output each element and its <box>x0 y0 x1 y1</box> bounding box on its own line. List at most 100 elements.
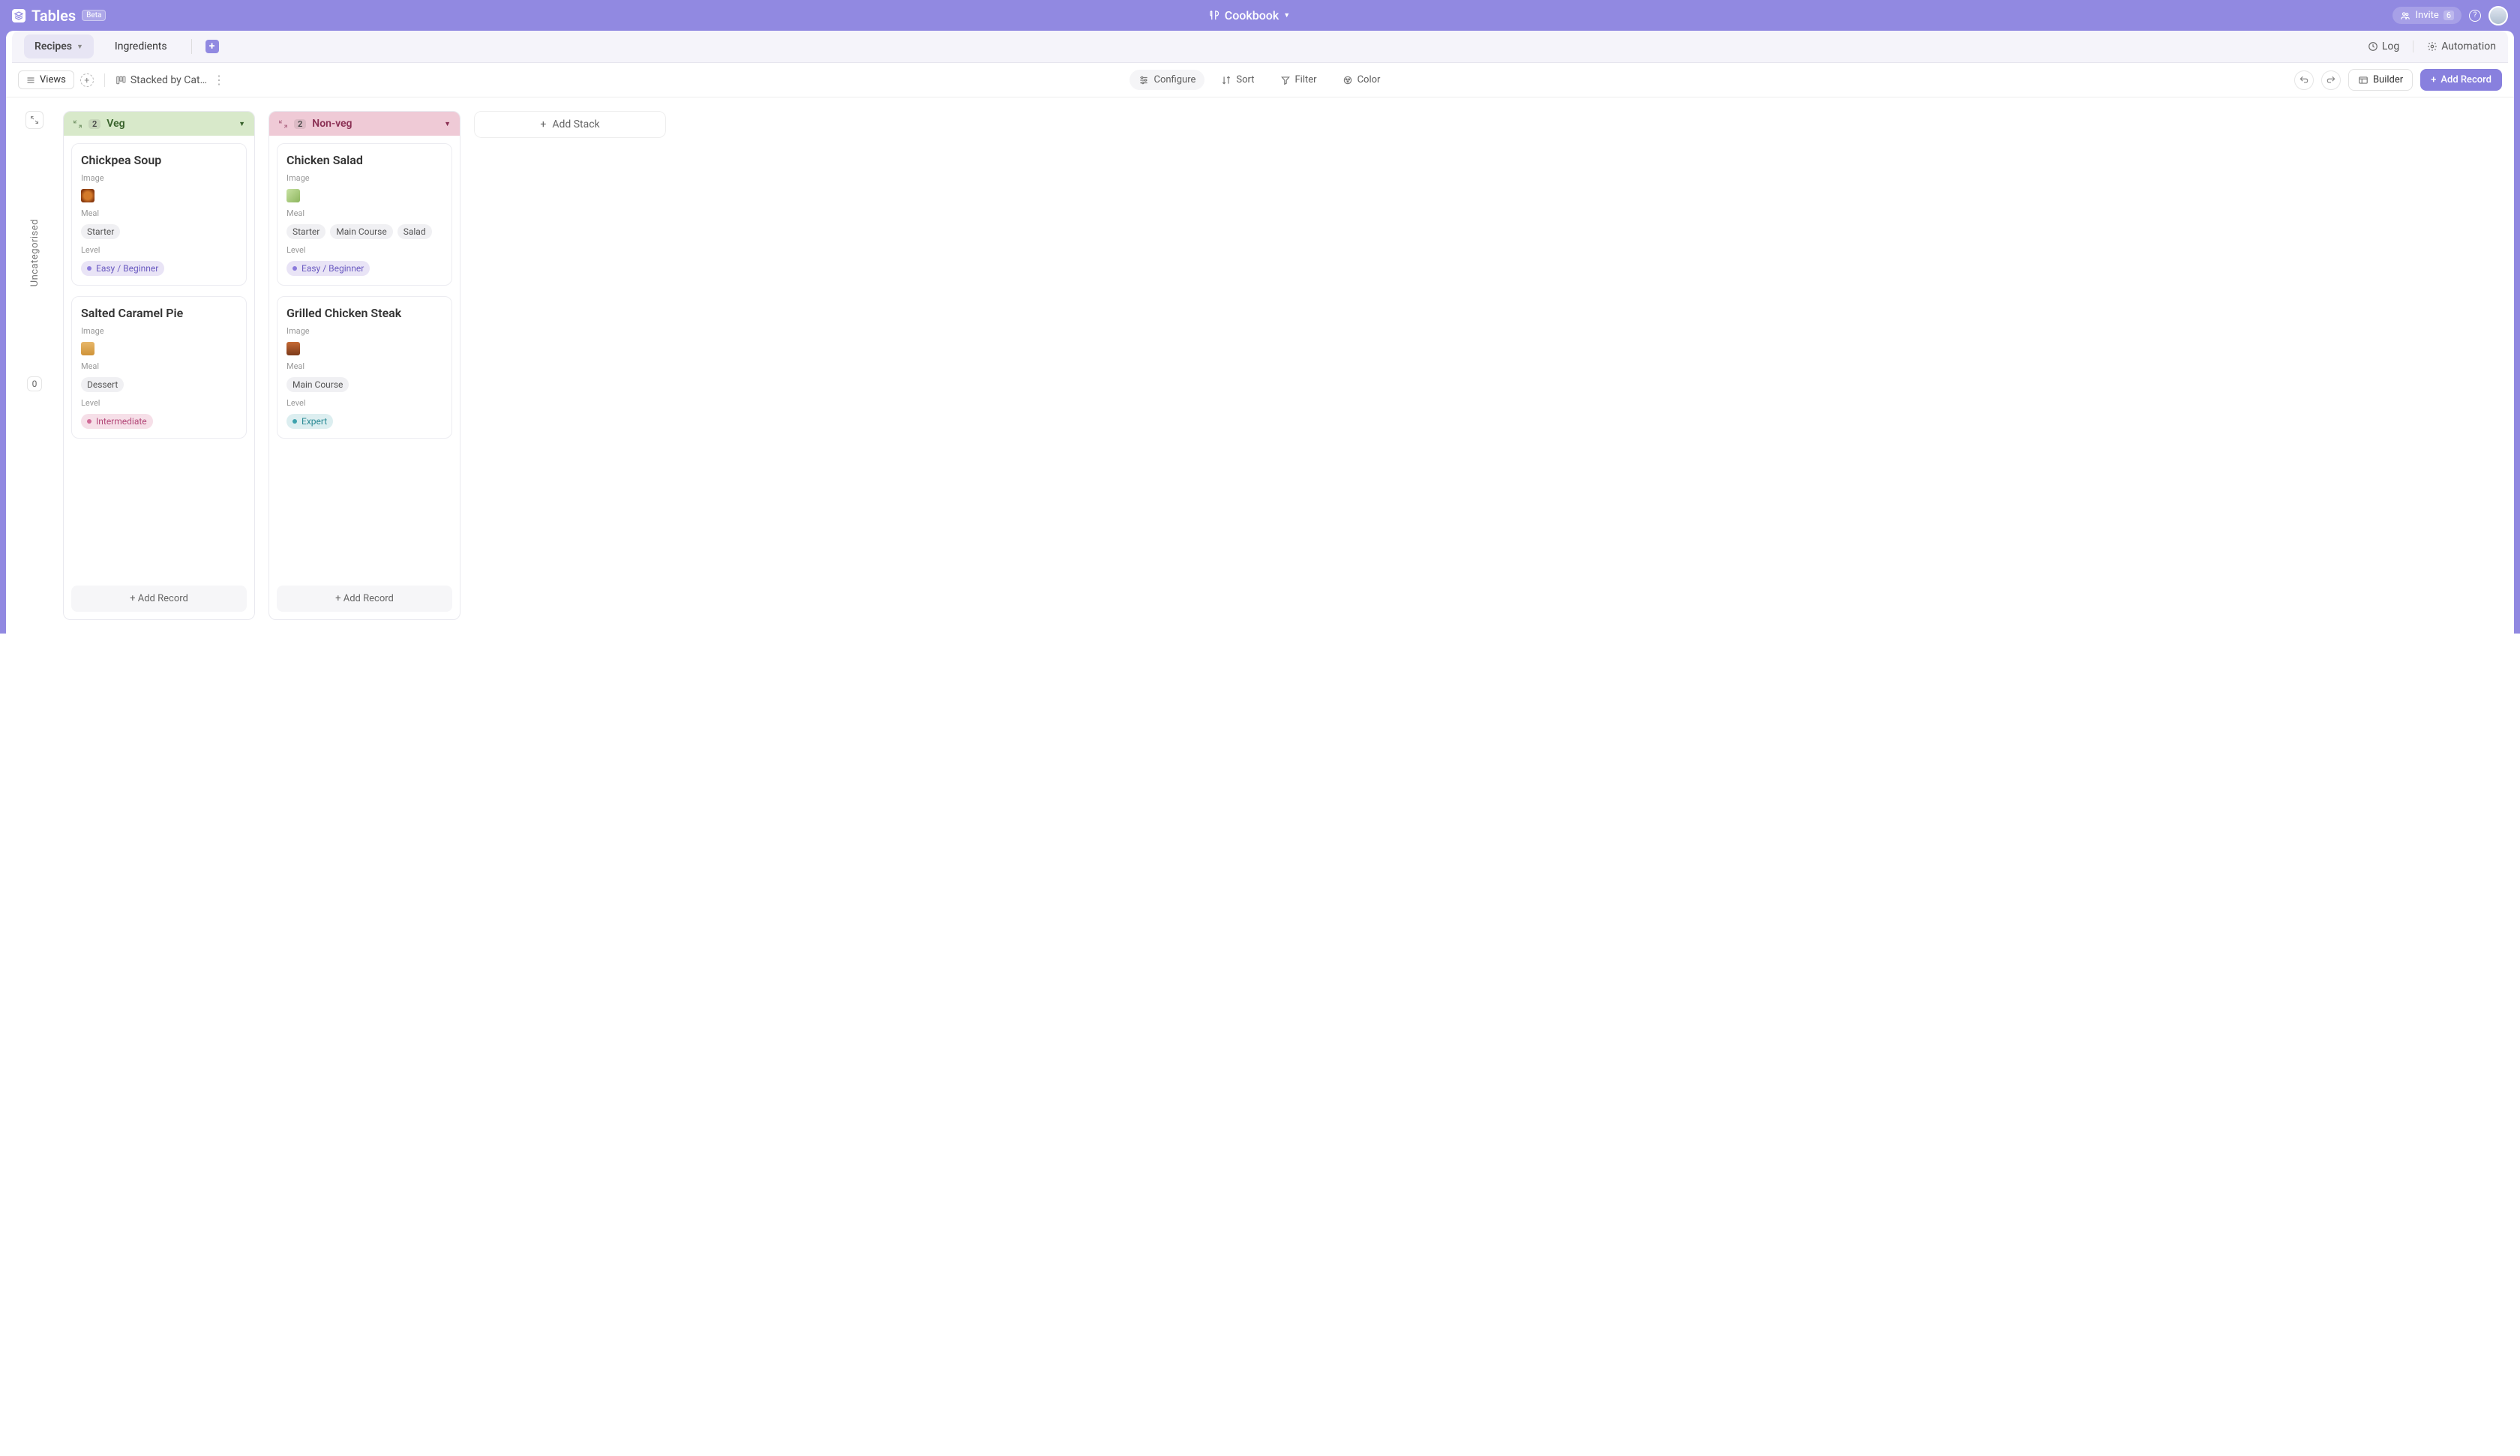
undo-button[interactable] <box>2294 70 2314 90</box>
level-dot-icon <box>292 266 297 271</box>
field-label-level: Level <box>81 398 237 408</box>
tab-recipes[interactable]: Recipes ▼ <box>24 34 94 58</box>
filter-icon <box>1280 75 1291 85</box>
toolbar-center: Configure Sort Filter Color <box>1130 70 1389 90</box>
expand-icon[interactable] <box>26 111 44 129</box>
card-title: Chicken Salad <box>286 153 442 167</box>
color-button[interactable]: Color <box>1334 70 1390 90</box>
recipe-thumbnail <box>81 342 94 355</box>
add-record-row[interactable]: + Add Record <box>277 586 452 612</box>
recipe-thumbnail <box>286 189 300 202</box>
field-label-image: Image <box>81 326 237 336</box>
tabs-bar: Recipes ▼ Ingredients + Log Automation <box>12 31 2508 63</box>
add-stack-label: Add Stack <box>552 118 599 130</box>
invite-count: 6 <box>2444 10 2454 20</box>
configure-button[interactable]: Configure <box>1130 70 1204 90</box>
add-view-button[interactable]: + <box>80 73 94 87</box>
meal-tag: Main Course <box>286 377 349 392</box>
chevron-down-icon[interactable]: ▼ <box>238 120 245 128</box>
tab-label: Ingredients <box>115 40 167 52</box>
meal-tag: Salad <box>398 224 432 239</box>
filter-button[interactable]: Filter <box>1271 70 1326 90</box>
meal-tag: Starter <box>286 224 326 239</box>
sort-button[interactable]: Sort <box>1212 70 1263 90</box>
tabs-left: Recipes ▼ Ingredients + <box>24 34 219 58</box>
level-badge: Intermediate <box>81 414 153 429</box>
invite-button[interactable]: Invite 6 <box>2392 7 2462 24</box>
field-label-level: Level <box>286 398 442 408</box>
chevron-down-icon[interactable]: ▼ <box>444 120 451 128</box>
views-button[interactable]: Views <box>18 70 74 89</box>
automation-label: Automation <box>2441 40 2496 52</box>
stack-count: 2 <box>88 119 100 129</box>
recipe-card[interactable]: Salted Caramel Pie Image Meal Dessert Le… <box>71 296 247 439</box>
separator <box>2413 40 2414 52</box>
stack-header[interactable]: 2 Non-veg ▼ <box>269 112 460 136</box>
add-stack-button[interactable]: + Add Stack <box>474 111 666 138</box>
level-dot-icon <box>87 266 92 271</box>
color-label: Color <box>1358 74 1381 85</box>
level-text: Intermediate <box>96 416 147 427</box>
level-badge: Easy / Beginner <box>81 261 164 276</box>
stack-header[interactable]: 2 Veg ▼ <box>64 112 254 136</box>
user-avatar[interactable] <box>2488 6 2508 25</box>
invite-label: Invite <box>2415 10 2438 21</box>
filter-label: Filter <box>1295 74 1317 85</box>
people-icon <box>2400 10 2410 21</box>
gear-icon <box>2427 41 2438 52</box>
recipe-thumbnail <box>286 342 300 355</box>
field-label-meal: Meal <box>286 208 442 218</box>
automation-button[interactable]: Automation <box>2427 40 2496 52</box>
beta-badge: Beta <box>82 10 106 21</box>
help-icon[interactable]: ? <box>2469 10 2481 22</box>
cookbook-icon <box>1209 10 1220 21</box>
collapse-icon[interactable] <box>73 119 82 129</box>
uncategorised-column[interactable]: Uncategorised 0 <box>20 111 50 391</box>
color-icon <box>1342 75 1353 85</box>
card-title: Salted Caramel Pie <box>81 306 237 320</box>
recipe-card[interactable]: Chicken Salad Image Meal Starter Main Co… <box>277 143 452 286</box>
level-text: Easy / Beginner <box>96 263 158 274</box>
workspace-selector[interactable]: Cookbook ▼ <box>1209 8 1290 22</box>
level-dot-icon <box>87 419 92 424</box>
collapse-icon[interactable] <box>278 119 288 129</box>
current-view[interactable]: Stacked by Cat… <box>116 74 207 86</box>
chevron-down-icon: ▼ <box>1283 11 1290 19</box>
view-name: Stacked by Cat… <box>130 74 207 86</box>
stack-title: Non-veg <box>312 118 352 130</box>
meal-tag: Dessert <box>81 377 124 392</box>
field-label-level: Level <box>81 245 237 255</box>
log-button[interactable]: Log <box>2368 40 2399 52</box>
separator <box>104 73 105 87</box>
meal-tag: Starter <box>81 224 120 239</box>
card-title: Chickpea Soup <box>81 153 237 167</box>
kanban-icon <box>116 75 126 85</box>
tab-separator <box>191 39 192 54</box>
stack-body: Chickpea Soup Image Meal Starter Level E… <box>64 136 254 586</box>
level-text: Expert <box>302 416 327 427</box>
field-label-image: Image <box>81 173 237 183</box>
redo-button[interactable] <box>2321 70 2341 90</box>
recipe-card[interactable]: Grilled Chicken Steak Image Meal Main Co… <box>277 296 452 439</box>
recipe-card[interactable]: Chickpea Soup Image Meal Starter Level E… <box>71 143 247 286</box>
add-record-row[interactable]: + Add Record <box>71 586 247 612</box>
add-tab-button[interactable]: + <box>206 40 219 53</box>
field-label-level: Level <box>286 245 442 255</box>
field-label-image: Image <box>286 173 442 183</box>
view-menu-icon[interactable]: ⋮ <box>213 73 225 87</box>
sort-label: Sort <box>1236 74 1254 85</box>
plus-icon: + <box>2431 74 2436 85</box>
add-record-button[interactable]: + Add Record <box>2420 69 2502 91</box>
builder-label: Builder <box>2373 74 2403 85</box>
card-title: Grilled Chicken Steak <box>286 306 442 320</box>
stack-body: Chicken Salad Image Meal Starter Main Co… <box>269 136 460 586</box>
uncategorised-count: 0 <box>27 376 43 391</box>
field-label-meal: Meal <box>286 361 442 371</box>
builder-button[interactable]: Builder <box>2348 69 2413 91</box>
field-label-meal: Meal <box>81 361 237 371</box>
builder-icon <box>2358 75 2368 85</box>
tab-ingredients[interactable]: Ingredients <box>104 34 178 58</box>
view-toolbar: Views + Stacked by Cat… ⋮ Configure Sort… <box>6 63 2514 97</box>
toolbar-left: Views + Stacked by Cat… ⋮ <box>18 70 225 89</box>
uncategorised-label: Uncategorised <box>29 219 40 286</box>
